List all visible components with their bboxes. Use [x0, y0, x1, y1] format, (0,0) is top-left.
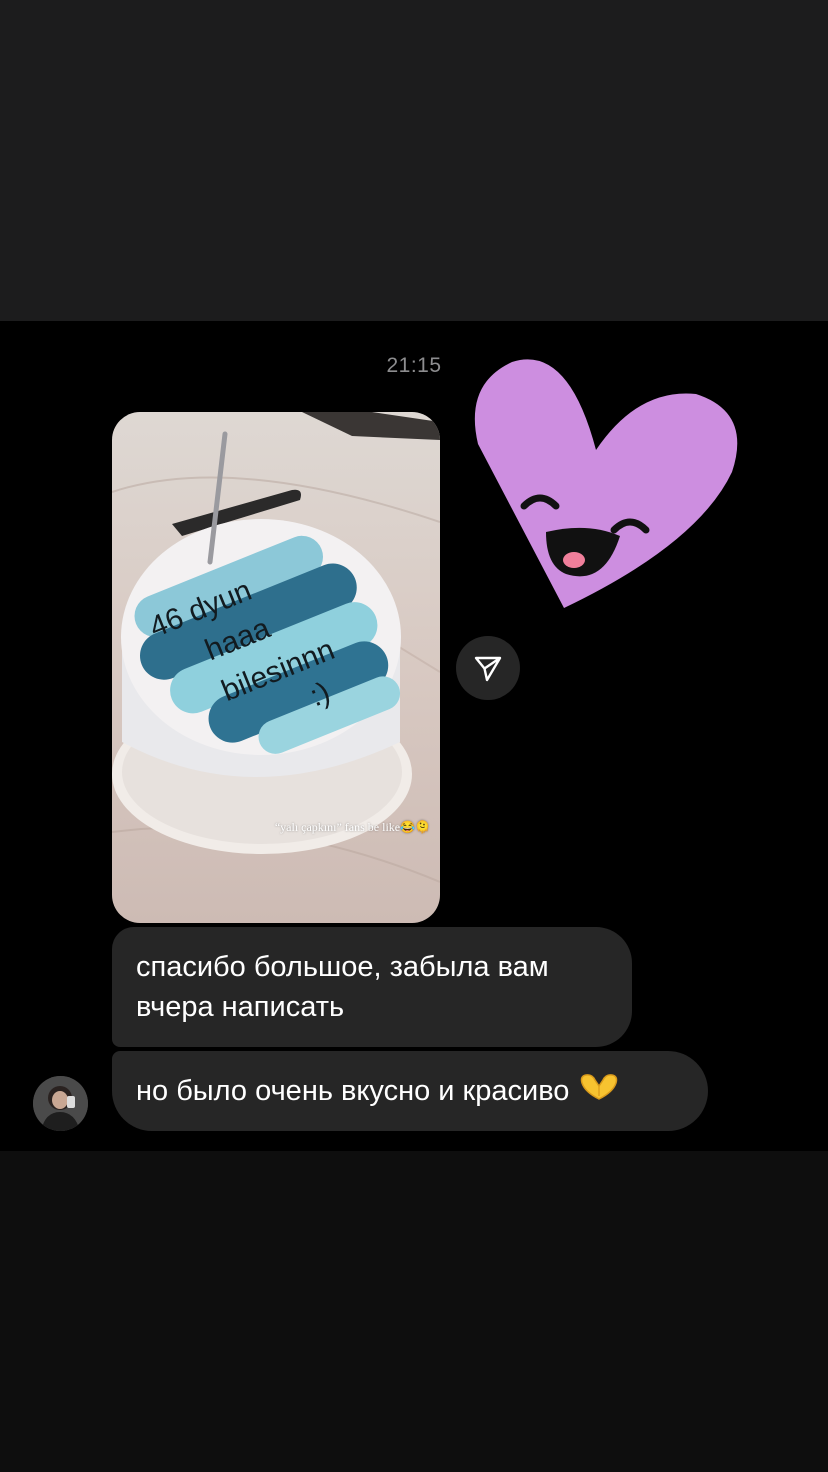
message-text: но было очень вкусно и красиво	[136, 1075, 570, 1107]
message-text: спасибо большое, забыла вам вчера написа…	[136, 951, 549, 1023]
top-blank-area	[0, 0, 828, 321]
message-bubble[interactable]: но было очень вкусно и красиво	[112, 1051, 708, 1131]
cake-photo: 46 dyun haaa bilesinnn :)	[112, 412, 440, 923]
smiling-heart-sticker[interactable]	[468, 354, 744, 618]
message-bubble[interactable]: спасибо большое, забыла вам вчера написа…	[112, 927, 632, 1047]
bottom-blank-area	[0, 1151, 828, 1472]
story-caption: “yalı çapkını” fans be like😂🫠	[274, 820, 430, 834]
shared-story-card[interactable]: 46 dyun haaa bilesinnn :) “yalı çapkını”…	[112, 412, 440, 923]
heart-hands-icon	[579, 1072, 619, 1113]
share-button[interactable]	[456, 636, 520, 700]
avatar[interactable]	[33, 1076, 88, 1131]
paper-plane-icon	[474, 656, 502, 682]
